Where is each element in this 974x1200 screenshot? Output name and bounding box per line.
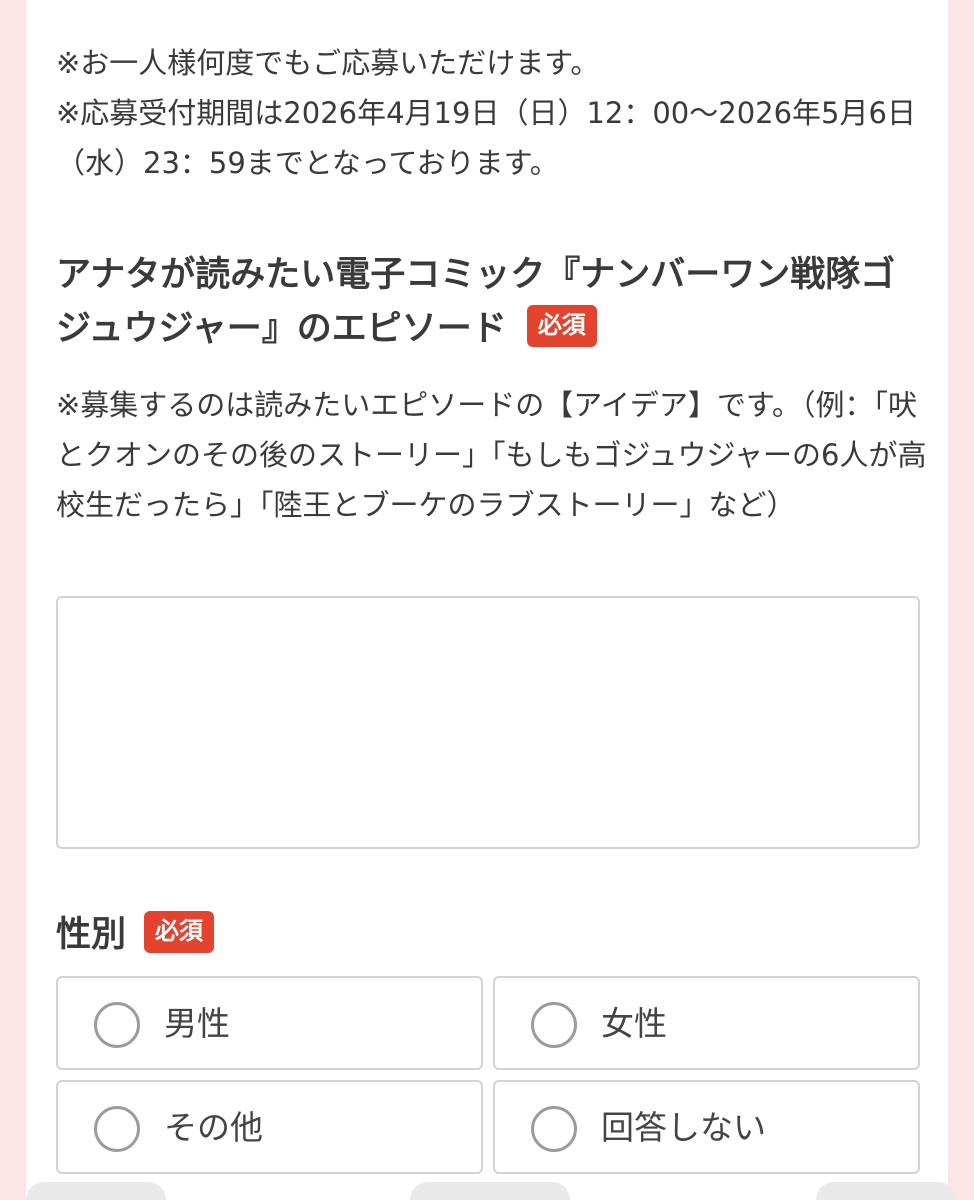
radio-icon[interactable] (94, 1002, 140, 1048)
gender-label: 性別 (56, 915, 127, 955)
required-badge: 必須 (526, 305, 597, 347)
gender-option-male[interactable]: 男性 (56, 976, 483, 1070)
gender-option-no-answer[interactable]: 回答しない (493, 1080, 920, 1174)
episode-question: アナタが読みたい電子コミック『ナンバーワン戦隊ゴジュウジャー』のエピソード 必須 (56, 248, 926, 356)
notes: ※お一人様何度でもご応募いただけます。 ※応募受付期間は2026年4月19日（日… (56, 38, 926, 188)
radio-icon[interactable] (531, 1002, 577, 1048)
radio-icon[interactable] (531, 1106, 577, 1152)
bottom-shadow (26, 1182, 166, 1200)
episode-textarea[interactable] (56, 596, 920, 849)
option-label: 男性 (164, 1004, 230, 1043)
gender-option-other[interactable]: その他 (56, 1080, 483, 1174)
option-label: 回答しない (601, 1108, 766, 1147)
form-panel: ※お一人様何度でもご応募いただけます。 ※応募受付期間は2026年4月19日（日… (26, 0, 956, 1200)
note-multiple-entries: ※お一人様何度でもご応募いただけます。 (56, 46, 600, 80)
option-label: その他 (164, 1108, 263, 1147)
gender-question: 性別 必須 (56, 908, 215, 962)
radio-icon[interactable] (94, 1106, 140, 1152)
bottom-shadow (410, 1182, 570, 1200)
gender-option-female[interactable]: 女性 (493, 976, 920, 1070)
required-badge: 必須 (144, 911, 215, 953)
bottom-shadow (816, 1182, 956, 1200)
episode-label: アナタが読みたい電子コミック『ナンバーワン戦隊ゴジュウジャー』のエピソード (56, 255, 896, 349)
note-entry-period: ※応募受付期間は2026年4月19日（日）12：00〜2026年5月6日（水）2… (56, 96, 916, 180)
option-label: 女性 (601, 1004, 667, 1043)
episode-hint: ※募集するのは読みたいエピソードの【アイデア】です。（例：「吠とクオンのその後の… (56, 388, 927, 522)
